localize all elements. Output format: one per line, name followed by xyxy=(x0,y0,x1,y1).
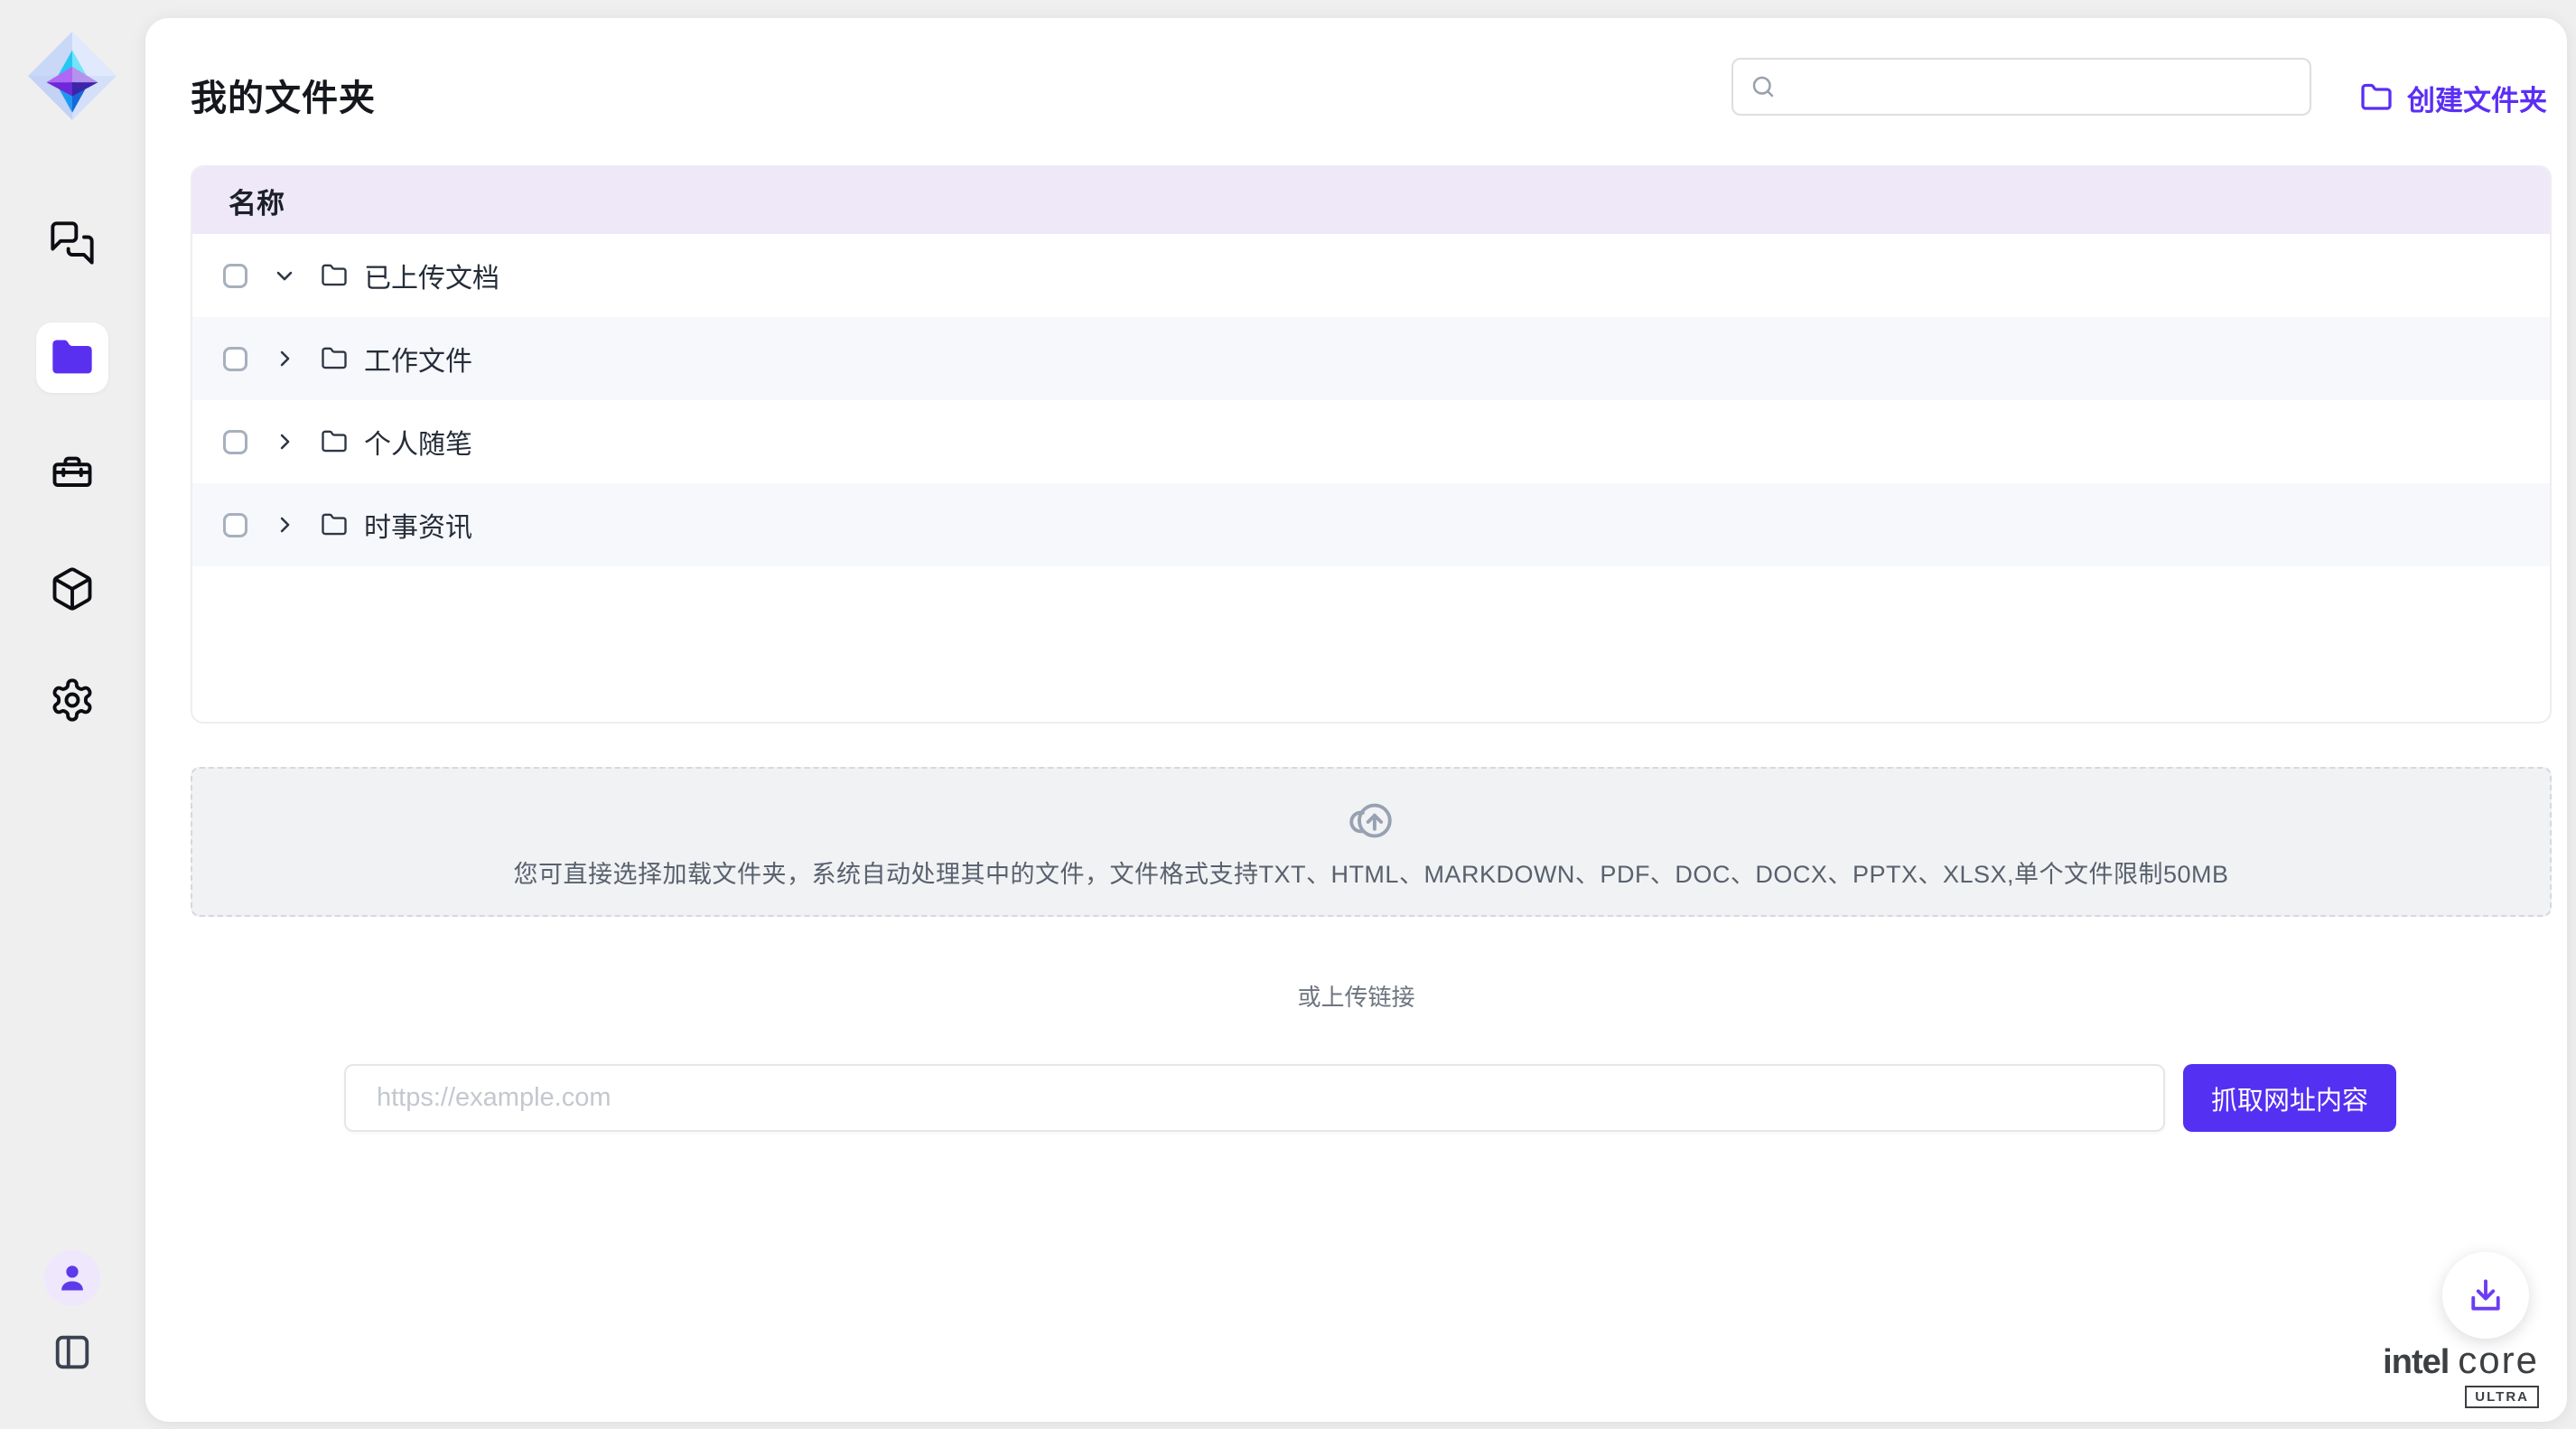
folder-icon xyxy=(321,345,348,372)
folder-name-label: 个人随笔 xyxy=(364,422,472,462)
folder-name-label: 时事资讯 xyxy=(364,505,472,545)
folder-plus-icon xyxy=(2360,81,2393,114)
folder-icon xyxy=(321,428,348,455)
download-button[interactable] xyxy=(2442,1252,2529,1339)
sidebar xyxy=(0,0,145,1429)
search-icon xyxy=(1750,73,1777,100)
ultra-badge: ULTRA xyxy=(2465,1386,2539,1408)
table-header-row: 名称 xyxy=(192,167,2550,234)
chevron-right-icon[interactable] xyxy=(272,512,297,537)
folder-table: 名称 已上传文档 工作文件 xyxy=(191,165,2552,724)
chevron-right-icon[interactable] xyxy=(272,346,297,371)
folder-icon xyxy=(321,511,348,538)
folder-icon xyxy=(49,334,96,381)
fetch-url-button[interactable]: 抓取网址内容 xyxy=(2183,1064,2396,1132)
column-header-name: 名称 xyxy=(229,181,285,221)
folder-table-body: 已上传文档 工作文件 个人随笔 xyxy=(192,234,2550,566)
row-checkbox[interactable] xyxy=(223,347,247,371)
search-box[interactable] xyxy=(1731,58,2311,116)
folder-icon xyxy=(321,262,348,289)
table-row[interactable]: 已上传文档 xyxy=(192,234,2550,317)
row-checkbox[interactable] xyxy=(223,513,247,537)
toolbox-icon xyxy=(49,450,96,497)
chevron-down-icon[interactable] xyxy=(272,263,297,288)
url-input[interactable] xyxy=(344,1064,2165,1132)
row-checkbox[interactable] xyxy=(223,430,247,454)
gear-icon xyxy=(49,677,96,724)
or-upload-link-label: 或上传链接 xyxy=(145,979,2567,1013)
folder-name-label: 工作文件 xyxy=(364,339,472,378)
intel-wordmark: intel xyxy=(2383,1343,2449,1382)
table-row[interactable]: 工作文件 xyxy=(192,317,2550,400)
create-folder-button[interactable]: 创建文件夹 xyxy=(2360,70,2547,125)
main-content: 我的文件夹 创建文件夹 名称 已上传文档 xyxy=(145,18,2567,1422)
sidebar-item-toolbox[interactable] xyxy=(49,450,96,497)
user-icon xyxy=(55,1261,89,1295)
sidebar-item-chat[interactable] xyxy=(49,219,96,266)
search-input[interactable] xyxy=(1777,60,2310,114)
cloud-upload-icon xyxy=(1342,795,1400,847)
table-row[interactable]: 时事资讯 xyxy=(192,483,2550,566)
app-logo-icon[interactable] xyxy=(26,30,118,122)
download-icon xyxy=(2466,1275,2506,1315)
chevron-right-icon[interactable] xyxy=(272,429,297,454)
panel-toggle-icon[interactable] xyxy=(51,1331,93,1373)
row-checkbox[interactable] xyxy=(223,264,247,288)
sidebar-item-models[interactable] xyxy=(49,565,96,612)
folder-name-label: 已上传文档 xyxy=(364,256,499,295)
avatar[interactable] xyxy=(44,1250,100,1306)
sidebar-item-folders[interactable] xyxy=(36,322,108,393)
intel-core-ultra-logo: intel core ULTRA xyxy=(2385,1339,2539,1408)
core-wordmark: core xyxy=(2458,1339,2539,1382)
dropzone-hint: 您可直接选择加载文件夹，系统自动处理其中的文件，文件格式支持TXT、HTML、M… xyxy=(513,855,2228,890)
chat-icon xyxy=(49,219,96,266)
create-folder-label: 创建文件夹 xyxy=(2407,78,2547,118)
cube-icon xyxy=(49,565,96,612)
page-title: 我的文件夹 xyxy=(191,69,376,121)
table-row[interactable]: 个人随笔 xyxy=(192,400,2550,483)
sidebar-item-settings[interactable] xyxy=(49,677,96,724)
upload-dropzone[interactable]: 您可直接选择加载文件夹，系统自动处理其中的文件，文件格式支持TXT、HTML、M… xyxy=(191,767,2552,917)
